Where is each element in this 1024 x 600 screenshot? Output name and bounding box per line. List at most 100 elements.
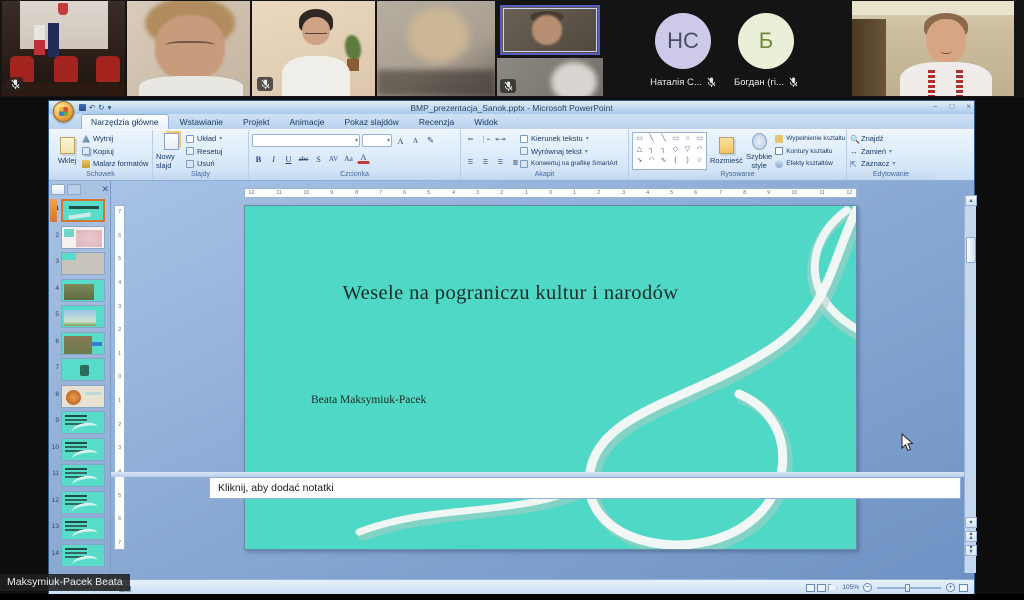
slide-thumbnail-image[interactable] [61,331,105,355]
text-shadow-button[interactable]: S [312,152,325,165]
shape-icon[interactable]: ╲ [658,134,669,144]
participant-tile-stacked[interactable] [497,1,603,96]
character-spacing-button[interactable]: AV [327,152,340,165]
new-slide-button[interactable]: Nowy slajd [156,132,186,170]
notes-placeholder[interactable]: Kliknij, aby dodać notatki [210,478,960,494]
convert-smartart-button[interactable]: Konwertuj na grafikę SmartArt [520,158,618,169]
paste-button[interactable]: Wklej [52,132,82,170]
align-right-button[interactable]: ☰ [494,156,507,169]
slide-sorter-view-button[interactable] [817,583,827,592]
shape-icon[interactable]: ◠ [646,156,657,166]
slide-thumbnail-12[interactable]: 12 [51,490,111,516]
group-label-font[interactable]: Czcionka [249,170,460,180]
arrange-button[interactable]: Rozmieść [710,132,743,170]
shape-icon[interactable]: ▽ [682,145,693,155]
layout-button[interactable]: Układ ▾ [186,133,222,144]
tab-narzedzia-glowne[interactable]: Narzędzia główne [81,114,169,129]
slide-thumbnail-image[interactable] [61,384,105,408]
font-name-combo[interactable]: ▾ [252,134,360,147]
title-bar[interactable]: ↶ ↻ ▾ BMP_prezentacja_Sanok.pptx - Micro… [49,101,974,122]
strikethrough-button[interactable]: abc [297,152,310,165]
shape-icon[interactable]: ( [670,156,681,166]
slide-thumbnail-4[interactable]: 4 [51,278,111,304]
slide-thumbnail-11[interactable]: 11 [51,464,111,489]
participant-video-small[interactable] [497,58,603,96]
tab-pokaz-slajdow[interactable]: Pokaz slajdów [335,115,407,129]
shape-icon[interactable]: ) [682,156,693,166]
slide-thumbnail-image[interactable] [61,278,105,302]
slide-thumbnail-3[interactable]: 3 [51,252,111,277]
shape-icon[interactable]: ◇ [670,145,681,155]
copy-button[interactable]: Kopiuj [82,146,148,157]
slide-thumbnail-image[interactable] [61,543,105,567]
replace-button[interactable]: ↔ Zamień ▾ [850,146,932,157]
participant-tile-man-vyshyvanka[interactable] [852,1,1014,96]
scrollbar-thumb[interactable] [966,237,976,263]
bold-button[interactable]: B [252,152,265,165]
previous-slide-button[interactable]: ▲ ▲ [965,531,977,542]
tab-recenzja[interactable]: Recenzja [410,115,463,129]
slide-thumbnail-image[interactable] [61,305,105,328]
group-label-clipboard[interactable]: Schowek [49,170,152,180]
select-button[interactable]: ⇱ Zaznacz ▾ [850,158,932,169]
shape-icon[interactable]: ◠ [694,145,705,155]
tab-widok[interactable]: Widok [465,115,507,129]
find-button[interactable]: 🔍 Znajdź [850,133,932,144]
participant-tile-woman-white[interactable] [252,1,375,96]
fit-to-window-button[interactable] [959,583,968,592]
zoom-slider-thumb[interactable] [905,583,910,592]
slide-thumbnail-image[interactable] [61,437,105,461]
format-painter-button[interactable]: Malarz formatów [82,158,148,169]
shape-icon[interactable]: ╲ [646,134,657,144]
scroll-down-button[interactable]: ▼ [965,517,977,528]
reset-button[interactable]: Resetuj [186,146,222,157]
group-label-drawing[interactable]: Rysowanie [629,170,846,180]
participant-tile-natalia[interactable]: НС Наталія С... [637,1,729,96]
slide-thumbnail-image[interactable] [61,464,105,487]
scroll-up-button[interactable]: ▲ [965,195,977,206]
tab-wstawianie[interactable]: Wstawianie [171,115,232,129]
maximize-button[interactable]: □ [949,102,954,111]
clear-formatting-button[interactable]: ✎ [424,134,437,147]
participant-tile-woman-glasses[interactable] [127,1,250,96]
underline-button[interactable]: U [282,152,295,165]
shape-fill-button[interactable]: Wypełnienie kształtu [775,133,845,144]
slide-thumbnail-image[interactable] [61,411,105,434]
align-left-button[interactable]: ☰ [464,156,477,169]
outline-pane-tab[interactable] [67,184,81,195]
shape-icon[interactable]: ➘ [634,156,645,166]
grow-font-button[interactable]: A [394,134,407,147]
participant-tile-woman-blurry[interactable] [377,1,495,96]
shape-icon[interactable]: ▭ [694,134,705,144]
slide-thumbnail-image[interactable] [61,490,105,514]
shape-icon[interactable]: ○ [682,134,693,144]
align-center-button[interactable]: ☰ [479,156,492,169]
group-label-paragraph[interactable]: Akapit [461,170,628,180]
slides-pane-tab[interactable] [51,184,65,195]
delete-slide-button[interactable]: Usuń [186,158,222,169]
zoom-in-button[interactable]: + [946,583,955,592]
slide-title-textbox[interactable]: Wesele na pograniczu kultur i narodów [285,282,736,305]
slide-thumbnail-image[interactable] [61,358,105,381]
tab-projekt[interactable]: Projekt [234,115,278,129]
shape-outline-button[interactable]: Kontury kształtu [775,146,845,157]
shrink-font-button[interactable]: A [409,134,422,147]
active-speaker-video[interactable] [500,5,600,55]
next-slide-button[interactable]: ▼ ▼ [965,545,977,556]
quick-styles-button[interactable]: Szybkie style [746,132,772,170]
minimize-button[interactable]: – [933,102,937,111]
slide-thumbnail-image[interactable] [61,252,105,275]
numbering-button[interactable]: ⋮≡ [479,133,492,146]
slide-thumbnail-image[interactable] [61,225,105,249]
notes-pane[interactable]: Kliknij, aby dodać notatki [209,477,961,499]
font-size-combo[interactable]: ▾ [362,134,392,147]
shape-icon[interactable]: ┐ [646,145,657,155]
slide-thumbnail-14[interactable]: 14 [51,543,111,569]
participant-tile-bohdan[interactable]: Б Богдан (гі... [720,1,812,96]
slide-thumbnail-7[interactable]: 7 [51,358,111,383]
shape-icon[interactable]: △ [634,145,645,155]
cut-button[interactable]: Wytnij [82,133,148,144]
close-pane-icon[interactable]: ✕ [101,184,109,195]
slide-thumbnail-2[interactable]: 2 [51,225,111,251]
slideshow-view-button[interactable] [828,583,838,592]
